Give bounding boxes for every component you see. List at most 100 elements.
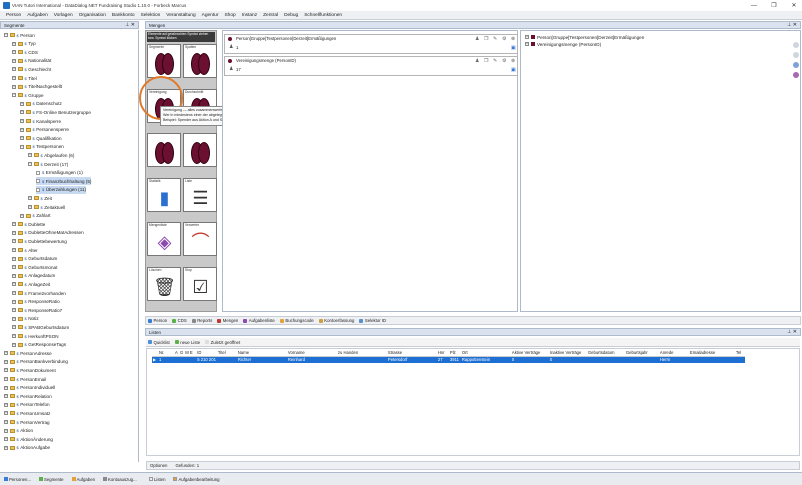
expand-icon[interactable]: −	[20, 144, 24, 149]
subtab-1[interactable]: neue Liste	[174, 340, 200, 345]
expand-icon[interactable]: +	[20, 101, 24, 106]
tree-node[interactable]: + $ FS-Online Benutzergruppe	[20, 108, 91, 116]
column-header[interactable]: M E	[184, 349, 197, 357]
tab-mengen[interactable]: Mengen	[217, 318, 238, 323]
expand-icon[interactable]: +	[12, 342, 16, 347]
tree-node[interactable]: + $ AktionAufgabe	[4, 444, 50, 452]
tree-node[interactable]: + $ Datenschutz	[20, 100, 62, 108]
expand-icon[interactable]: +	[20, 119, 24, 123]
expand-icon[interactable]: +	[12, 239, 16, 244]
tab-person[interactable]: Person	[148, 318, 167, 323]
menu-item[interactable]: Vorlagen	[54, 13, 73, 18]
tree-node[interactable]: + $ HerkunftPSON	[12, 332, 59, 340]
tab-reports[interactable]: Reports	[191, 318, 212, 323]
expand-icon[interactable]: −	[12, 93, 16, 98]
tree-node[interactable]: + $ Zeitaktuell	[28, 203, 65, 211]
expand-icon[interactable]: +	[12, 308, 16, 313]
tree-node[interactable]: + $ PersonUmsatz	[4, 409, 50, 417]
subtab-2[interactable]: Zuletzt geöffnet	[205, 340, 240, 345]
column-header[interactable]: Plz	[448, 349, 461, 357]
expand-icon[interactable]: +	[4, 385, 8, 390]
set-card[interactable]: Person[Gruppe[Testpersonen[Derzeit[Ermäß…	[224, 34, 518, 54]
expand-icon[interactable]: +	[12, 282, 16, 287]
tool-löschen-button[interactable]: Löschen 🗑	[147, 266, 181, 301]
column-header[interactable]: Geburtsdatum	[586, 349, 625, 357]
column-header[interactable]: Anrede	[658, 349, 689, 357]
expand-icon[interactable]: +	[4, 368, 8, 373]
expand-icon[interactable]: +	[12, 230, 16, 235]
column-header[interactable]: Titel	[216, 349, 237, 357]
bottom-tab-right-1[interactable]: Aufgabenbearbeitung	[173, 477, 220, 482]
side-icon[interactable]	[793, 52, 799, 58]
expand-icon[interactable]: +	[12, 76, 16, 80]
column-header[interactable]: Strasse	[386, 349, 437, 357]
menu-item[interactable]: Zentral	[263, 13, 278, 18]
tree-node[interactable]: + $ DubletteOhneMatAdressen	[12, 229, 84, 237]
tree-node[interactable]: + $ Geschlecht	[12, 65, 51, 73]
tree-node[interactable]: + $ Personensperre	[20, 126, 69, 134]
panel-pin-icon[interactable]: ⊥ ✕	[125, 22, 135, 28]
expand-icon[interactable]: +	[12, 273, 16, 278]
tab-buchungscode[interactable]: Buchungscode	[279, 318, 314, 323]
tree-node[interactable]: + $ PersonRelation	[4, 392, 52, 400]
panel-pin-icon[interactable]: ⊥ ✕	[787, 22, 797, 28]
tool-statistik-button[interactable]: Statistik ▮	[147, 177, 181, 212]
expand-icon[interactable]: +	[4, 437, 8, 442]
tree-node[interactable]: + $ PersonAdresse	[4, 349, 52, 357]
expand-icon[interactable]: +	[4, 359, 8, 364]
expand-icon[interactable]: −	[4, 33, 8, 37]
tree-node[interactable]: + $ SPABGeburtsdatum	[12, 323, 69, 331]
expand-icon[interactable]: +	[4, 420, 8, 424]
expand-icon[interactable]: +	[12, 222, 16, 227]
menu-item[interactable]: Debug	[284, 13, 298, 18]
tree-node[interactable]: $ Überzahlungen (11)	[36, 185, 86, 194]
menu-item[interactable]: Aufgaben	[27, 13, 48, 18]
tool-stop-button[interactable]: Stop ☑	[183, 266, 217, 301]
settings-icon[interactable]: ⚙	[502, 58, 506, 64]
side-icon[interactable]	[793, 72, 799, 78]
column-header[interactable]: Emailadresse	[688, 349, 735, 357]
column-header[interactable]: Name	[236, 349, 287, 357]
tree-node[interactable]: + $ Aktion	[4, 427, 33, 435]
expand-icon[interactable]: +	[525, 42, 529, 46]
tree-node[interactable]: + $ AnlageZeit	[12, 280, 50, 288]
expand-icon[interactable]: +	[4, 445, 8, 450]
set-card[interactable]: Vereinigungsmenge (PersonID) ♟ 17 ♟ ❐ ✎ ⚙ ⊗ ▣	[224, 56, 518, 76]
tree-node[interactable]: $ Finanzbuchhaltung (5)	[36, 177, 92, 186]
subtab-0[interactable]: Quicklist	[148, 340, 170, 345]
table-row[interactable]: ▶ 1 5 210 201 Richter Reinhard Petersdorf 27 39…	[152, 356, 745, 363]
menu-item[interactable]: Bankkonto	[112, 13, 135, 18]
tree-node[interactable]: + $ CDS	[12, 48, 38, 56]
close-button[interactable]: ✕	[782, 0, 802, 11]
set-workspace[interactable]: Person[Gruppe[Testpersonen[Derzeit[Ermäß…	[222, 30, 518, 312]
tree-node[interactable]: + $ PersonBankverbindung	[4, 358, 68, 366]
tree-node[interactable]: + $ Notiz	[12, 315, 39, 323]
segment-tree[interactable]: − $ Person + $ Typ + $ CDS + $ Nationalität + $ Geschl…	[0, 30, 139, 462]
tree-node[interactable]: $ Ermäßigungen (1)	[36, 169, 83, 177]
column-header[interactable]: Vorname	[286, 349, 337, 357]
tool-spalten-button[interactable]: Spalten	[183, 44, 217, 78]
expand-icon[interactable]: +	[4, 428, 8, 433]
expand-icon[interactable]: +	[28, 153, 32, 158]
bottom-tab-1[interactable]: Segmente	[38, 477, 64, 482]
tree-node[interactable]: − $ Testpersonen	[20, 143, 64, 151]
copy-icon[interactable]: ❐	[484, 36, 488, 42]
copy-icon[interactable]: ❐	[484, 58, 488, 64]
tree-node[interactable]: + $ Nationalität	[12, 57, 51, 65]
settings-icon[interactable]: ⚙	[502, 36, 506, 42]
tree-node[interactable]: + $ Dublette	[12, 220, 45, 228]
tree-node[interactable]: + $ Anlagedatum	[12, 272, 55, 280]
expand-icon[interactable]: +	[12, 58, 16, 63]
person-icon[interactable]: ♟	[475, 36, 479, 42]
tree-node[interactable]: + $ PersonVertrag	[4, 418, 50, 426]
tool-segmente-button[interactable]: Segmente	[147, 44, 181, 78]
menu-item[interactable]: Person	[6, 13, 21, 18]
expand-icon[interactable]: +	[12, 265, 16, 270]
tree-node[interactable]: + $ Geburtsmonat	[12, 263, 57, 271]
expand-icon[interactable]: +	[4, 394, 8, 399]
column-header[interactable]: Nr.	[158, 349, 174, 357]
edit-icon[interactable]: ✎	[493, 58, 497, 64]
expand-icon[interactable]: +	[525, 35, 529, 39]
save-icon[interactable]: ▣	[511, 67, 516, 73]
tree-node[interactable]: + $ TitelNachgestellt	[12, 83, 62, 91]
